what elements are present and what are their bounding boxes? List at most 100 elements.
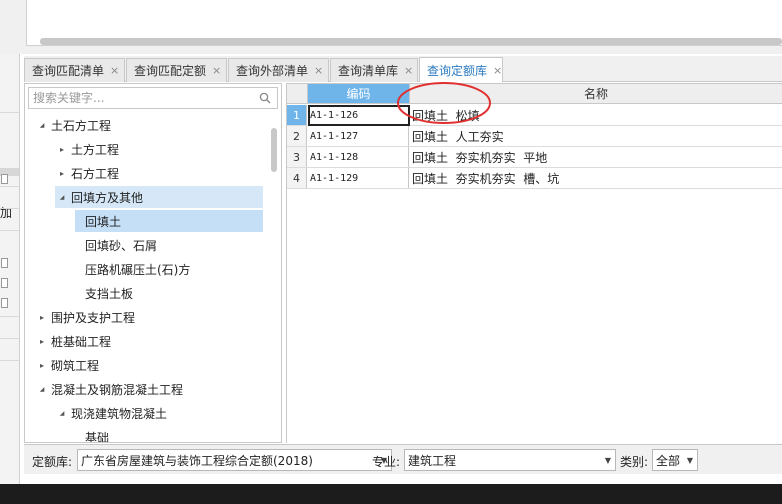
row-number[interactable]: 3 xyxy=(287,147,307,167)
tree-item[interactable]: ◢ 混凝土及钢筋混凝土工程 xyxy=(35,378,187,400)
tab-label: 查询匹配定额 xyxy=(134,64,207,78)
tab-query-list-lib[interactable]: 查询清单库 × xyxy=(330,58,418,82)
tab-label: 查询外部清单 xyxy=(236,64,309,78)
quota-code-cell[interactable]: A1-1-129 xyxy=(308,168,409,188)
tree-item-label: 基础 xyxy=(85,430,110,443)
left-strip-divider xyxy=(0,316,19,317)
table-row[interactable]: 4 A1-1-129 回填土 夯实机夯实 槽、坑 xyxy=(287,168,782,189)
tree-item[interactable]: ◢ 土石方工程 xyxy=(35,114,115,136)
quota-code-cell[interactable]: A1-1-128 xyxy=(308,147,409,167)
caret-right-icon[interactable]: ▸ xyxy=(57,145,67,154)
tree-scrollbar-thumb[interactable] xyxy=(271,128,277,172)
category-tree-panel: ◢ 土石方工程 ▸ 土方工程 ▸ 石方工程 ◢ 回填方及其他回填土回填砂、石屑压路机碾压土(石… xyxy=(24,83,282,443)
quota-name-cell[interactable]: 回填土 夯实机夯实 平地 xyxy=(410,147,547,167)
tab-label: 查询定额库 xyxy=(427,63,488,78)
tree-item-label: 土石方工程 xyxy=(51,118,112,133)
tree-item[interactable]: ◢ 回填方及其他 xyxy=(55,186,263,208)
left-strip-text: 加 xyxy=(0,206,13,220)
tree-item-label: 回填土 xyxy=(85,214,122,229)
horizontal-scrollbar[interactable] xyxy=(40,38,782,45)
caret-down-icon[interactable]: ◢ xyxy=(37,122,47,129)
caret-right-icon[interactable]: ▸ xyxy=(37,313,47,322)
specialty-select[interactable]: 建筑工程 ▼ xyxy=(404,449,616,471)
table-row[interactable]: 2 A1-1-127 回填土 人工夯实 xyxy=(287,126,782,147)
tree-item[interactable]: 支挡土板 xyxy=(75,282,137,304)
tree-item-label: 回填砂、石屑 xyxy=(85,238,158,253)
filter-bar: 定额库: 广东省房屋建筑与装饰工程综合定额(2018) ▼ 专业: 建筑工程 ▼… xyxy=(24,444,782,474)
tree-item[interactable]: ▸ 石方工程 xyxy=(55,162,123,184)
tree-item-label: 支挡土板 xyxy=(85,286,134,301)
search-input[interactable] xyxy=(29,88,249,108)
tab-label: 查询匹配清单 xyxy=(32,64,105,78)
left-strip-checkbox[interactable] xyxy=(1,174,8,184)
table-row[interactable]: 3 A1-1-128 回填土 夯实机夯实 平地 xyxy=(287,147,782,168)
category-select[interactable]: 全部 ▼ xyxy=(652,449,698,471)
specialty-label: 专业: xyxy=(372,455,401,469)
caret-right-icon[interactable]: ▸ xyxy=(37,361,47,370)
column-header-code[interactable]: 编码 xyxy=(308,84,410,104)
close-icon[interactable]: × xyxy=(314,64,323,77)
tree-item-label: 现浇建筑物混凝土 xyxy=(71,406,168,421)
tree-item-label: 土方工程 xyxy=(71,142,120,157)
caret-right-icon[interactable]: ▸ xyxy=(37,337,47,346)
tree-item[interactable]: 基础 xyxy=(75,426,113,443)
row-number[interactable]: 1 xyxy=(287,105,307,125)
close-icon[interactable]: × xyxy=(110,64,119,77)
tree-item-label: 砌筑工程 xyxy=(51,358,100,373)
left-strip-divider xyxy=(0,208,19,209)
tab-query-match-quota[interactable]: 查询匹配定额 × xyxy=(126,58,227,82)
row-number-header xyxy=(287,84,308,104)
chevron-down-icon: ▼ xyxy=(604,456,611,465)
quota-code-cell[interactable]: A1-1-127 xyxy=(308,126,409,146)
search-icon[interactable] xyxy=(259,92,271,104)
tree-item-label: 混凝土及钢筋混凝土工程 xyxy=(51,382,184,397)
left-strip-divider xyxy=(0,338,19,339)
row-number[interactable]: 4 xyxy=(287,168,307,188)
close-icon[interactable]: × xyxy=(212,64,221,77)
table-row[interactable]: 1 A1-1-126 回填土 松填 xyxy=(287,105,782,126)
tab-bar: 查询匹配清单 × 查询匹配定额 × 查询外部清单 × 查询清单库 × 查询定额库… xyxy=(24,56,782,82)
tree-item-label: 回填方及其他 xyxy=(71,190,144,205)
left-strip-divider xyxy=(0,360,19,361)
quota-code-cell[interactable]: A1-1-126 xyxy=(308,105,409,125)
close-icon[interactable]: × xyxy=(493,64,502,77)
left-strip-checkbox[interactable] xyxy=(1,298,8,308)
tree-item-label: 压路机碾压土(石)方 xyxy=(85,262,191,277)
caret-down-icon[interactable]: ◢ xyxy=(37,386,47,393)
quota-lib-label: 定额库: xyxy=(32,455,73,469)
left-strip-divider xyxy=(0,230,19,231)
left-partial-panel: 加 xyxy=(0,54,20,484)
tree-item[interactable]: ◢ 现浇建筑物混凝土 xyxy=(55,402,171,424)
tree-item[interactable]: ▸ 桩基础工程 xyxy=(35,330,115,352)
category-value: 全部 xyxy=(656,453,681,468)
tree-item[interactable]: ▸ 土方工程 xyxy=(55,138,123,160)
column-header-name[interactable]: 名称 xyxy=(410,84,782,104)
left-strip-checkbox[interactable] xyxy=(1,278,8,288)
tab-query-match-list[interactable]: 查询匹配清单 × xyxy=(24,58,125,82)
quota-name-cell[interactable]: 回填土 夯实机夯实 槽、坑 xyxy=(410,168,559,188)
chevron-down-icon: ▼ xyxy=(686,456,693,465)
specialty-value: 建筑工程 xyxy=(408,453,457,468)
tree-item[interactable]: 回填土 xyxy=(75,210,263,232)
left-strip-checkbox[interactable] xyxy=(1,258,8,268)
tree-item[interactable]: 压路机碾压土(石)方 xyxy=(75,258,194,280)
row-number[interactable]: 2 xyxy=(287,126,307,146)
tree-item-label: 围护及支护工程 xyxy=(51,310,136,325)
tree-item-label: 桩基础工程 xyxy=(51,334,112,349)
quota-name-cell[interactable]: 回填土 人工夯实 xyxy=(410,126,504,146)
quota-lib-select[interactable]: 广东省房屋建筑与装饰工程综合定额(2018) ▼ xyxy=(77,449,392,471)
tab-query-quota-lib[interactable]: 查询定额库 × xyxy=(419,57,503,82)
tree-item[interactable]: ▸ 围护及支护工程 xyxy=(35,306,139,328)
tab-query-external-list[interactable]: 查询外部清单 × xyxy=(228,58,329,82)
close-icon[interactable]: × xyxy=(404,64,413,77)
caret-down-icon[interactable]: ◢ xyxy=(57,410,67,417)
tree-item-label: 石方工程 xyxy=(71,166,120,181)
quota-name-cell[interactable]: 回填土 松填 xyxy=(410,105,480,125)
category-label: 类别: xyxy=(620,455,649,469)
tree-item[interactable]: ▸ 砌筑工程 xyxy=(35,354,103,376)
caret-down-icon[interactable]: ◢ xyxy=(57,194,67,201)
left-strip-divider xyxy=(0,186,19,187)
tab-label: 查询清单库 xyxy=(338,64,399,78)
caret-right-icon[interactable]: ▸ xyxy=(57,169,67,178)
tree-item[interactable]: 回填砂、石屑 xyxy=(75,234,161,256)
